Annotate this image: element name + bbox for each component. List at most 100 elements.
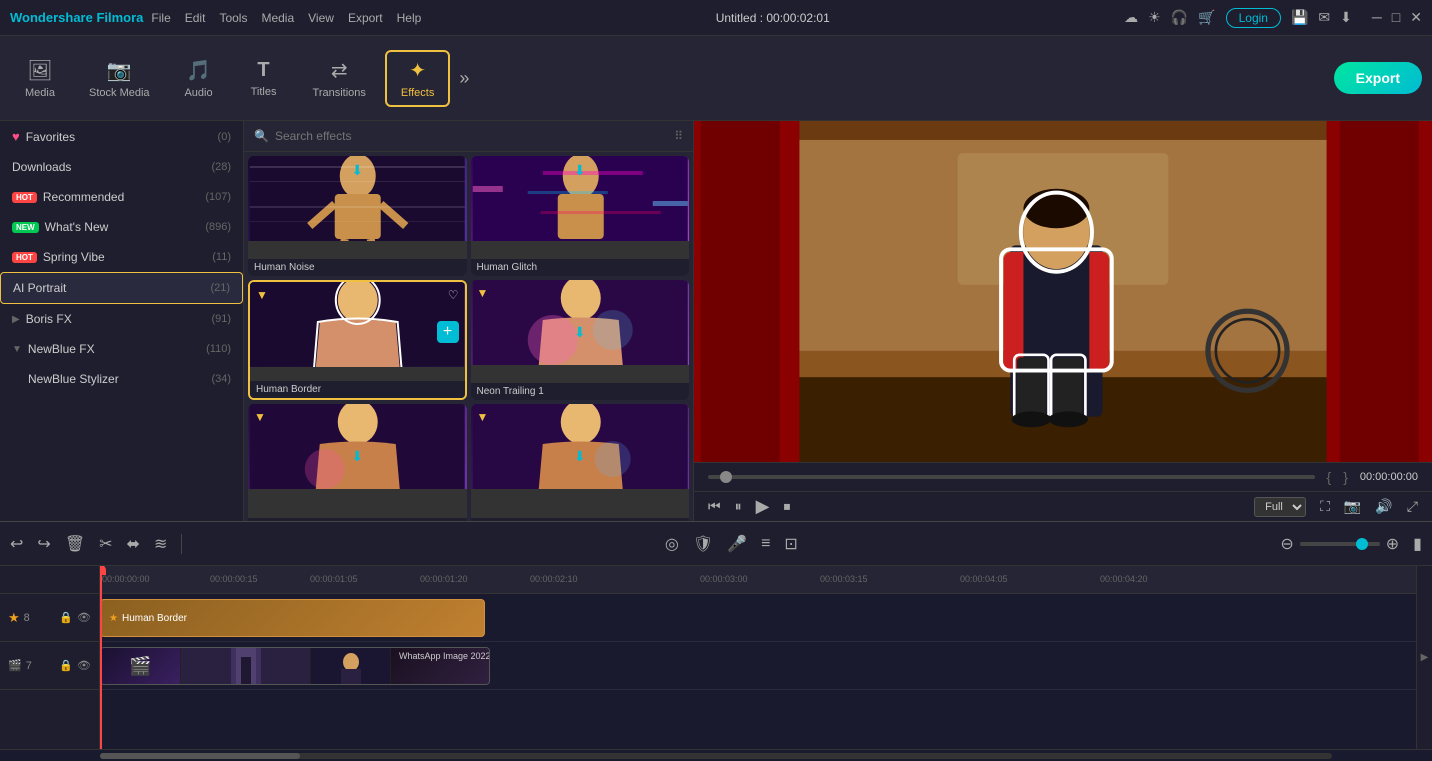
play-button[interactable]: ▶ bbox=[756, 496, 770, 517]
save-icon[interactable]: 💾 bbox=[1291, 9, 1308, 26]
menu-export[interactable]: Export bbox=[348, 11, 383, 25]
sun-icon[interactable]: ☀ bbox=[1148, 9, 1161, 26]
toolbar-audio[interactable]: 🎵 Audio bbox=[169, 52, 229, 105]
delete-button[interactable]: 🗑 bbox=[65, 534, 85, 554]
video-clip[interactable]: 🎬 bbox=[100, 647, 490, 685]
mail-icon[interactable]: ✉ bbox=[1318, 9, 1330, 26]
step-back-button[interactable]: ⏮ bbox=[708, 498, 721, 515]
screenshot-icon[interactable]: 📷 bbox=[1344, 498, 1361, 515]
menu-help[interactable]: Help bbox=[397, 11, 422, 25]
fullscreen-icon[interactable]: ⛶ bbox=[1320, 498, 1330, 515]
menu-edit[interactable]: Edit bbox=[185, 11, 206, 25]
cart-icon[interactable]: 🛒 bbox=[1198, 9, 1215, 26]
login-button[interactable]: Login bbox=[1226, 8, 1281, 28]
effect-card-neon-trailing[interactable]: ▼ ⬇ Neon Trailing 1 bbox=[471, 280, 690, 400]
playback-scrubber[interactable] bbox=[708, 475, 1315, 479]
mic-icon[interactable]: 🎤 bbox=[727, 534, 747, 554]
grid-icon[interactable]: ⠿ bbox=[674, 129, 683, 143]
zoom-controls: ⊖ ⊕ bbox=[1280, 534, 1399, 554]
timeline-settings-icon[interactable]: ▮ bbox=[1413, 534, 1422, 554]
cut-button[interactable]: ✂ bbox=[99, 534, 112, 554]
bracket-left-icon: { bbox=[1327, 469, 1332, 485]
redo-button[interactable]: ↪ bbox=[37, 534, 50, 554]
text-icon[interactable]: ≡ bbox=[761, 535, 770, 553]
menu-file[interactable]: File bbox=[151, 11, 170, 25]
maximize-button[interactable]: □ bbox=[1392, 9, 1400, 26]
download-icon[interactable]: ⬇ bbox=[1340, 9, 1352, 26]
toolbar-stock-media[interactable]: 📷 Stock Media bbox=[75, 52, 164, 105]
toolbar-more-icon[interactable]: » bbox=[459, 68, 469, 89]
sidebar-item-newblue-fx[interactable]: ▼ NewBlue FX (110) bbox=[0, 334, 243, 364]
dl-icon-6: ⬇ bbox=[574, 448, 586, 465]
scroll-thumb[interactable] bbox=[100, 753, 300, 759]
sidebar-item-downloads[interactable]: Downloads (28) bbox=[0, 152, 243, 182]
adjust-button[interactable]: ⬌ bbox=[127, 534, 140, 554]
cloud-icon[interactable]: ☁ bbox=[1124, 9, 1138, 26]
sidebar-item-favorites[interactable]: ♥ Favorites (0) bbox=[0, 121, 243, 152]
shield-icon[interactable]: 🛡 bbox=[693, 534, 713, 554]
heart-icon: ♥ bbox=[12, 129, 20, 144]
track-8-lock[interactable]: 🔒 bbox=[59, 611, 73, 624]
undo-button[interactable]: ↩ bbox=[10, 534, 23, 554]
pip-icon[interactable]: ⊡ bbox=[784, 534, 797, 554]
audio-mixer-icon[interactable]: ≋ bbox=[154, 534, 167, 554]
track-8-icon: ★ bbox=[8, 610, 20, 626]
dl-icon-5: ⬇ bbox=[351, 448, 363, 465]
close-button[interactable]: ✕ bbox=[1410, 9, 1422, 26]
timeline-right-handle[interactable]: ▶ bbox=[1416, 566, 1432, 749]
titles-icon: T bbox=[257, 59, 269, 82]
sidebar-item-whats-new[interactable]: NEW What's New (896) bbox=[0, 212, 243, 242]
horizontal-scrollbar[interactable] bbox=[100, 753, 1332, 759]
effect-card-human-glitch[interactable]: ⬇ Human Glitch bbox=[471, 156, 690, 276]
headphone-icon[interactable]: 🎧 bbox=[1171, 9, 1188, 26]
color-wheel-icon[interactable]: ◎ bbox=[665, 534, 679, 554]
track-7-lock[interactable]: 🔒 bbox=[59, 659, 73, 672]
sidebar-item-boris-fx[interactable]: ▶ Boris FX (91) bbox=[0, 304, 243, 334]
effect-card-human-border[interactable]: ♡ ▼ + Human Border bbox=[248, 280, 467, 400]
toolbar-titles[interactable]: T Titles bbox=[234, 53, 294, 104]
playhead-head bbox=[100, 566, 106, 575]
effect-clip-human-border[interactable]: ★ Human Border bbox=[100, 599, 485, 637]
minimize-button[interactable]: ─ bbox=[1372, 9, 1382, 26]
menu-view[interactable]: View bbox=[308, 11, 334, 25]
effects-icon: ✦ bbox=[409, 58, 426, 83]
track-header-7: 🎬 7 🔒 👁 bbox=[0, 642, 99, 690]
effect-card-5[interactable]: ▼ ⬇ bbox=[248, 404, 467, 521]
sidebar-item-recommended[interactable]: HOT Recommended (107) bbox=[0, 182, 243, 212]
track-8-eye[interactable]: 👁 bbox=[77, 611, 91, 624]
sidebar-item-ai-portrait[interactable]: AI Portrait (21) bbox=[0, 272, 243, 304]
sidebar-item-spring-vibe[interactable]: HOT Spring Vibe (11) bbox=[0, 242, 243, 272]
effects-grid: ⬇ Human Noise bbox=[244, 152, 693, 521]
ruler-time-5: 00:00:03:00 bbox=[700, 574, 748, 584]
crop-icon[interactable]: ⤢ bbox=[1407, 498, 1418, 515]
toolbar-media[interactable]: 🖼 Media bbox=[10, 52, 70, 105]
ruler-time-8: 00:00:04:20 bbox=[1100, 574, 1148, 584]
zoom-in-button[interactable]: ⊕ bbox=[1386, 534, 1399, 554]
toolbar-transitions[interactable]: ⇄ Transitions bbox=[299, 52, 380, 105]
effect-card-human-noise[interactable]: ⬇ Human Noise bbox=[248, 156, 467, 276]
sidebar-item-newblue-stylizer[interactable]: NewBlue Stylizer (34) bbox=[0, 364, 243, 394]
track-7-num: 7 bbox=[26, 660, 32, 672]
video-thumb-icon-1: 🎬 bbox=[129, 656, 151, 677]
timeline-main: 00:00:00:00 00:00:00:15 00:00:01:05 00:0… bbox=[100, 566, 1416, 749]
menu-tools[interactable]: Tools bbox=[219, 11, 247, 25]
zoom-out-button[interactable]: ⊖ bbox=[1280, 534, 1293, 554]
export-button[interactable]: Export bbox=[1334, 62, 1422, 94]
quality-select[interactable]: Full 1/2 1/4 bbox=[1254, 497, 1306, 517]
menu-media[interactable]: Media bbox=[261, 11, 294, 25]
volume-icon[interactable]: 🔊 bbox=[1375, 498, 1392, 515]
search-input[interactable] bbox=[275, 129, 668, 143]
effect-card-neon-trailing-label: Neon Trailing 1 bbox=[471, 383, 690, 400]
heart-overlay[interactable]: ♡ bbox=[448, 288, 459, 302]
toolbar-effects[interactable]: ✦ Effects bbox=[385, 50, 450, 107]
add-effect-button[interactable]: + bbox=[437, 321, 459, 343]
pause-button[interactable]: ⏸ bbox=[735, 498, 742, 515]
triangle-icon: ▼ bbox=[256, 288, 268, 302]
zoom-slider[interactable] bbox=[1300, 542, 1380, 546]
playhead[interactable] bbox=[100, 566, 102, 749]
stop-button[interactable]: ⏹ bbox=[783, 498, 790, 515]
ruler-time-1: 00:00:00:15 bbox=[210, 574, 258, 584]
track-7-eye[interactable]: 👁 bbox=[77, 659, 91, 672]
effect-card-6[interactable]: ▼ ⬇ bbox=[471, 404, 690, 521]
menu-bar[interactable]: File Edit Tools Media View Export Help bbox=[151, 11, 421, 25]
